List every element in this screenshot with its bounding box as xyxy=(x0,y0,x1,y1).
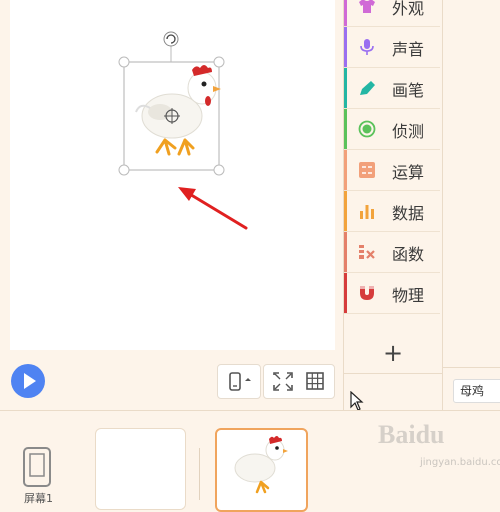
category-sound[interactable]: 声音 xyxy=(344,27,440,68)
category-physics[interactable]: 物理 xyxy=(344,273,440,314)
background-thumbnail[interactable] xyxy=(95,428,186,510)
category-label: 侦测 xyxy=(392,122,425,141)
chicken-thumbnail-icon xyxy=(234,436,288,494)
pen-icon xyxy=(360,81,375,95)
category-data[interactable]: 数据 xyxy=(344,191,440,232)
category-color-bar xyxy=(344,27,347,67)
category-color-bar xyxy=(344,68,347,108)
function-icon xyxy=(359,245,375,259)
divider xyxy=(199,448,200,500)
view-controls xyxy=(263,364,335,399)
caret-up-icon xyxy=(245,378,251,381)
category-label: 声音 xyxy=(392,40,425,59)
category-label: 运算 xyxy=(392,163,425,182)
grid-icon[interactable] xyxy=(306,372,324,390)
sprite-name-field[interactable]: 母鸡 xyxy=(453,379,500,403)
category-label: 物理 xyxy=(392,286,425,305)
resize-handle-bottom-left xyxy=(118,164,130,176)
category-pen[interactable]: 画笔 xyxy=(344,68,440,109)
red-arrow-annotation xyxy=(178,187,248,230)
screen-label: 屏幕1 xyxy=(24,492,53,505)
category-label: 画笔 xyxy=(392,81,425,100)
category-operators[interactable]: 运算 xyxy=(344,150,440,191)
resize-handle-top-right xyxy=(213,56,225,68)
calculator-icon xyxy=(359,162,375,178)
fullscreen-icon[interactable] xyxy=(273,372,293,391)
microphone-icon xyxy=(360,39,374,55)
shirt-icon xyxy=(359,0,375,13)
rotate-handle xyxy=(163,31,179,47)
category-color-bar xyxy=(344,273,347,313)
magnet-icon xyxy=(360,286,374,300)
sprite-property-panel: 母鸡 xyxy=(442,0,500,410)
add-extension-button[interactable]: + xyxy=(344,333,442,374)
category-appearance[interactable]: 外观 xyxy=(344,0,440,27)
category-color-bar xyxy=(344,0,347,26)
block-category-panel: 外观 声音 画笔 侦测 运算 数据 函数 物理 + xyxy=(343,0,442,410)
category-label: 数据 xyxy=(392,204,425,223)
play-icon xyxy=(24,373,36,389)
device-screen-icon[interactable] xyxy=(22,446,56,490)
watermark: Baidu xyxy=(378,420,445,449)
category-color-bar xyxy=(344,232,347,272)
category-sensing[interactable]: 侦测 xyxy=(344,109,440,150)
category-label: 外观 xyxy=(392,0,425,18)
bar-chart-icon xyxy=(360,205,374,219)
category-functions[interactable]: 函数 xyxy=(344,232,440,273)
device-mode-button[interactable] xyxy=(217,364,261,399)
phone-icon xyxy=(229,372,251,391)
sensor-icon xyxy=(358,120,376,138)
watermark-url: jingyan.baidu.com xyxy=(420,457,500,468)
chicken-sprite[interactable] xyxy=(135,65,221,156)
category-color-bar xyxy=(344,109,347,149)
play-button[interactable] xyxy=(11,364,45,398)
resize-handle-bottom-right xyxy=(213,164,225,176)
category-color-bar xyxy=(344,150,347,190)
sprite-thumbnail-selected[interactable] xyxy=(215,428,308,512)
divider xyxy=(443,367,500,368)
mouse-cursor-icon xyxy=(350,391,364,411)
resize-handle-top-left xyxy=(118,56,130,68)
category-label: 函数 xyxy=(392,245,425,264)
category-color-bar xyxy=(344,191,347,231)
